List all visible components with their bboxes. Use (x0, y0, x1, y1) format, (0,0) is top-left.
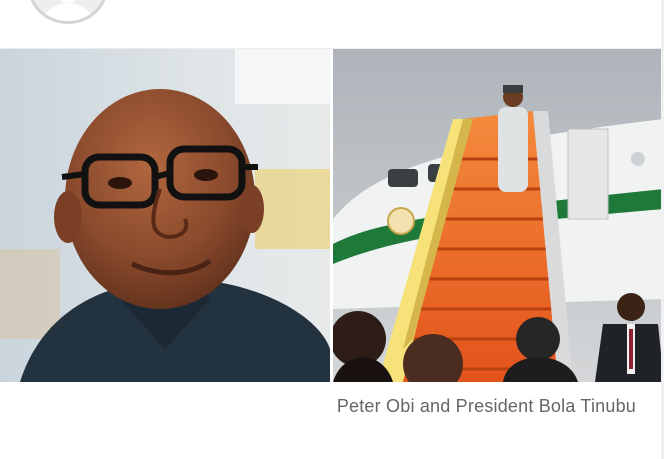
avatar-shoulders-shape (45, 3, 91, 21)
portrait-photo (0, 49, 330, 382)
article-header (0, 0, 664, 49)
photo-caption: Peter Obi and President Bola Tinubu (336, 396, 636, 416)
avatar[interactable] (28, 0, 108, 24)
aircraft-arrival-photo (333, 49, 664, 382)
article-photo[interactable] (0, 49, 664, 382)
